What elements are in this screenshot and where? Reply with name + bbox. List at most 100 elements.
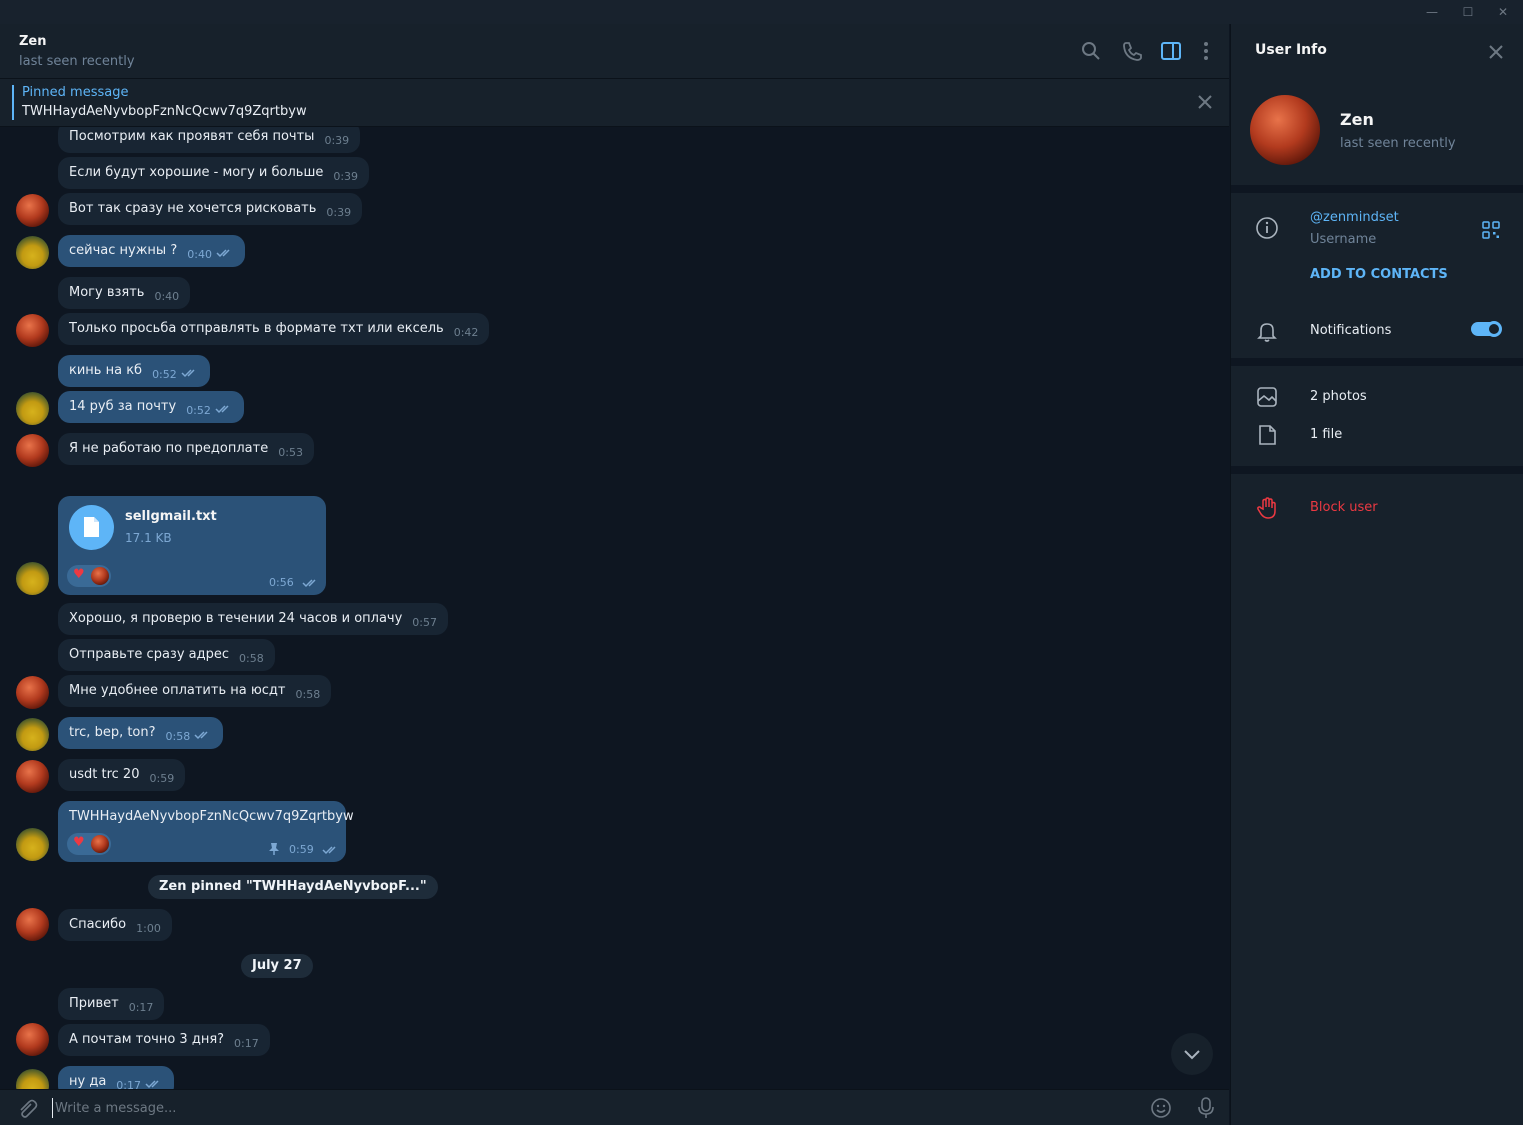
message-time: 0:57: [412, 616, 437, 629]
attach-icon[interactable]: [16, 1098, 38, 1120]
scroll-down-button[interactable]: [1171, 1033, 1213, 1075]
message-text: кинь на кб: [69, 363, 143, 378]
message-list: Посмотрим как проявят себя почты 0:39 Есл…: [0, 127, 1229, 1089]
message-text: TWHHaydAeNyvbopFznNcQcwv7q9Zqrtbyw: [69, 809, 354, 824]
close-icon[interactable]: [1487, 43, 1505, 61]
file-message[interactable]: sellgmail.txt 17.1 KB ♥ 0:56: [58, 496, 326, 595]
qr-code-icon[interactable]: [1482, 221, 1500, 239]
pinned-message-bar[interactable]: Pinned message TWHHaydAeNyvbopFznNcQcwv7…: [0, 79, 1229, 127]
message-bubble[interactable]: Спасибо 1:00: [58, 909, 172, 941]
pinned-label: Pinned message: [22, 85, 129, 100]
pinned-text: TWHHaydAeNyvbopFznNcQcwv7q9Zqrtbyw: [22, 104, 307, 119]
search-icon[interactable]: [1080, 40, 1102, 62]
photos-count[interactable]: 2 photos: [1310, 389, 1367, 404]
avatar[interactable]: [16, 1069, 49, 1089]
message-bubble[interactable]: Могу взять 0:40: [58, 277, 191, 309]
message-bubble[interactable]: Привет 0:17: [58, 988, 165, 1020]
avatar[interactable]: [16, 314, 49, 347]
message-bubble[interactable]: usdt trc 20 0:59: [58, 759, 186, 791]
message-time: 0:53: [278, 446, 303, 459]
minimize-button[interactable]: —: [1420, 3, 1444, 21]
file-icon: [1259, 425, 1276, 445]
read-check-icon: [215, 405, 229, 414]
pinned-accent-bar: [12, 85, 14, 120]
avatar[interactable]: [16, 760, 49, 793]
message-bubble[interactable]: trc, bep, ton? 0:58: [58, 717, 224, 749]
message-bubble[interactable]: сейчас нужны ? 0:40: [58, 235, 245, 267]
message-bubble[interactable]: кинь на кб 0:52: [58, 355, 210, 387]
avatar[interactable]: [16, 718, 49, 751]
message-text: А почтам точно 3 дня?: [69, 1032, 225, 1047]
close-window-button[interactable]: ✕: [1491, 3, 1515, 21]
message-time: 0:40: [187, 248, 212, 261]
chat-panel: Zen last seen recently Pinned message TW…: [0, 24, 1229, 1125]
message-time: 1:00: [136, 922, 161, 935]
files-count[interactable]: 1 file: [1310, 427, 1342, 442]
photo-icon: [1257, 387, 1277, 407]
reaction-badge[interactable]: ♥: [67, 833, 111, 855]
message-input[interactable]: [52, 1098, 1132, 1118]
avatar[interactable]: [16, 828, 49, 861]
message-bubble[interactable]: TWHHaydAeNyvbopFznNcQcwv7q9Zqrtbyw ♥ 0:5…: [58, 801, 354, 862]
hand-block-icon: [1257, 497, 1276, 519]
message-text: Могу взять: [69, 285, 145, 300]
avatar[interactable]: [16, 392, 49, 425]
block-user-button[interactable]: Block user: [1310, 500, 1378, 515]
message-bubble[interactable]: Отправьте сразу адрес 0:58: [58, 639, 275, 671]
maximize-button[interactable]: ☐: [1456, 3, 1480, 21]
avatar[interactable]: [16, 676, 49, 709]
sidebar-toggle-icon[interactable]: [1160, 40, 1182, 62]
reaction-badge[interactable]: ♥: [67, 565, 111, 587]
message-text: сейчас нужны ?: [69, 243, 178, 258]
reactor-avatar: [91, 567, 109, 585]
avatar[interactable]: [16, 908, 49, 941]
message-bubble[interactable]: 14 руб за почту 0:52: [58, 391, 244, 423]
phone-icon[interactable]: [1121, 40, 1143, 62]
message-time: 0:52: [152, 368, 177, 381]
message-time: 0:56: [269, 576, 294, 589]
more-menu-icon[interactable]: [1195, 40, 1217, 62]
username-link[interactable]: @zenmindset: [1310, 210, 1399, 225]
read-check-icon: [302, 579, 316, 588]
avatar[interactable]: [16, 434, 49, 467]
message-composer: [0, 1089, 1229, 1125]
avatar[interactable]: [16, 562, 49, 595]
message-bubble[interactable]: Я не работаю по предоплате 0:53: [58, 433, 314, 465]
message-bubble[interactable]: Только просьба отправлять в формате тхт …: [58, 313, 490, 345]
read-check-icon: [181, 369, 195, 378]
add-to-contacts-button[interactable]: ADD TO CONTACTS: [1310, 267, 1448, 282]
message-text: trc, bep, ton?: [69, 725, 156, 740]
divider: [1231, 466, 1523, 474]
notifications-toggle[interactable]: [1471, 321, 1502, 337]
message-time: 0:17: [116, 1079, 141, 1089]
profile-avatar[interactable]: [1250, 95, 1320, 165]
message-bubble[interactable]: Посмотрим как проявят себя почты 0:39: [58, 127, 361, 153]
service-message[interactable]: Zen pinned "TWHHaydAeNyvbopF...": [148, 875, 438, 899]
message-bubble[interactable]: Хорошо, я проверю в течении 24 часов и о…: [58, 603, 448, 635]
file-download-button[interactable]: [69, 505, 114, 550]
avatar[interactable]: [16, 236, 49, 269]
message-bubble[interactable]: Мне удобнее оплатить на юсдт 0:58: [58, 675, 332, 707]
message-bubble[interactable]: Если будут хорошие - могу и больше 0:39: [58, 157, 370, 189]
message-time: 0:42: [453, 326, 479, 339]
message-text: Отправьте сразу адрес: [69, 647, 230, 662]
message-time: 0:40: [154, 290, 180, 303]
avatar[interactable]: [16, 194, 49, 227]
message-time: 0:17: [234, 1037, 259, 1050]
message-bubble[interactable]: А почтам точно 3 дня? 0:17: [58, 1024, 270, 1056]
message-bubble[interactable]: Вот так сразу не хочется рисковать 0:39: [58, 193, 363, 225]
message-text: usdt trc 20: [69, 767, 140, 782]
avatar[interactable]: [16, 1023, 49, 1056]
message-time: 0:58: [239, 652, 264, 665]
date-divider: July 27: [241, 954, 313, 978]
close-icon[interactable]: [1196, 93, 1214, 111]
microphone-icon[interactable]: [1196, 1096, 1216, 1120]
message-time: 0:59: [289, 843, 314, 856]
user-info-panel: User Info Zen last seen recently @zenmin…: [1230, 24, 1523, 1125]
message-bubble[interactable]: ну да 0:17: [58, 1066, 174, 1089]
message-text: Только просьба отправлять в формате тхт …: [69, 321, 444, 336]
message-text: Посмотрим как проявят себя почты: [69, 129, 315, 144]
chat-header[interactable]: Zen last seen recently: [0, 24, 1229, 79]
message-text: Я не работаю по предоплате: [69, 441, 269, 456]
emoji-icon[interactable]: [1150, 1097, 1172, 1119]
